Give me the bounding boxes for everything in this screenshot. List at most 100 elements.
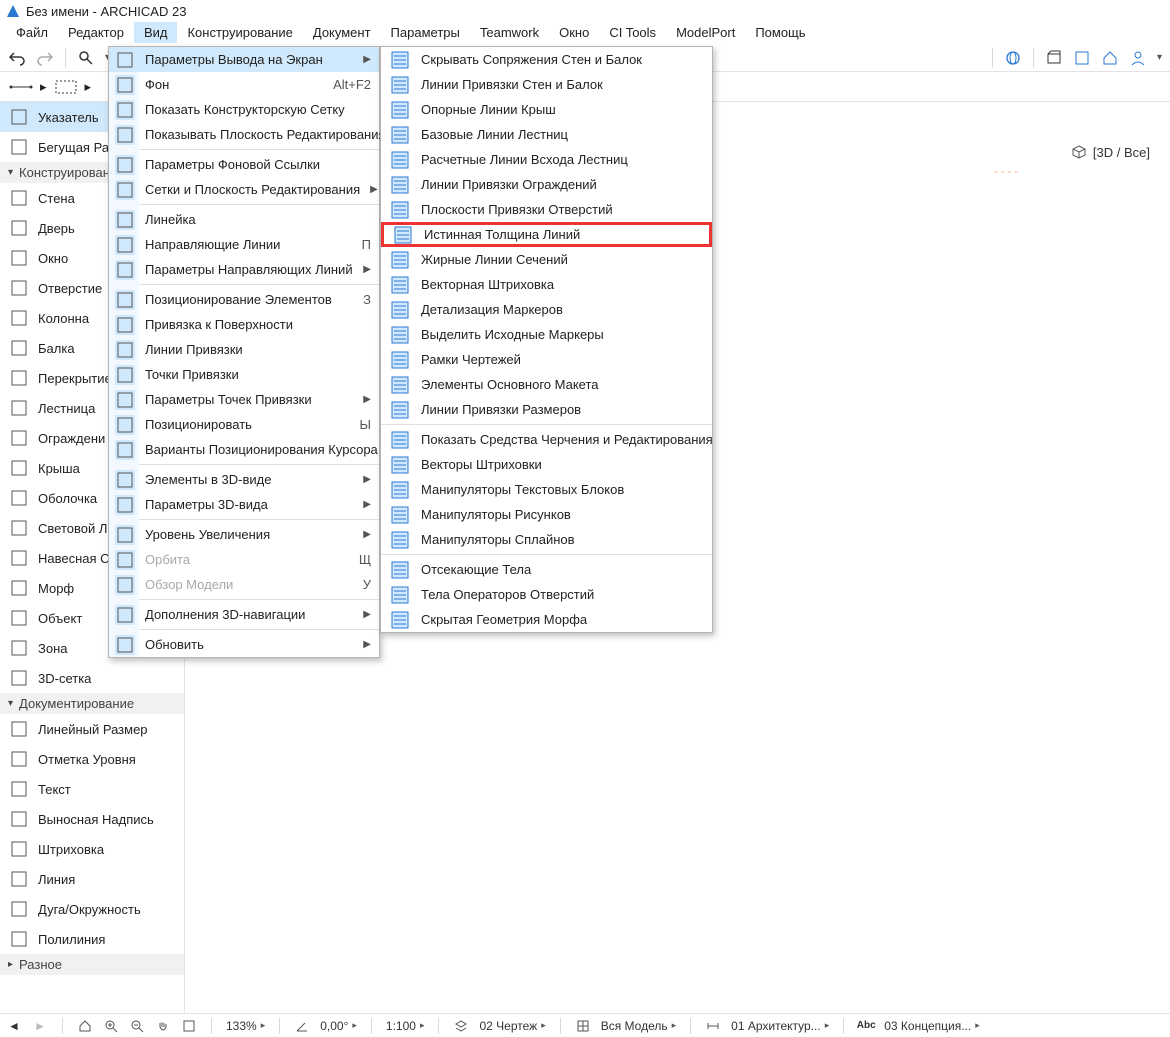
undo-icon[interactable] — [6, 47, 28, 69]
tool-Отметка Уровня[interactable]: Отметка Уровня — [0, 744, 184, 774]
submenu-item[interactable]: Детализация Маркеров — [381, 297, 712, 322]
tool-Текст[interactable]: Текст — [0, 774, 184, 804]
view-menu-item[interactable]: Позиционирование ЭлементовЗ — [109, 287, 379, 312]
view-menu-item[interactable]: Линии Привязки — [109, 337, 379, 362]
submenu-item[interactable]: Рамки Чертежей — [381, 347, 712, 372]
submenu-item[interactable]: Скрытая Геометрия Морфа — [381, 607, 712, 632]
submenu-item[interactable]: Тела Операторов Отверстий — [381, 582, 712, 607]
menu-modelport[interactable]: ModelPort — [666, 22, 745, 43]
zoom-out-icon[interactable] — [129, 1018, 145, 1034]
zoom-value[interactable]: 133%▸ — [226, 1019, 265, 1033]
submenu-item[interactable]: Векторы Штриховки — [381, 452, 712, 477]
home-icon[interactable] — [1099, 47, 1121, 69]
view-menu-item[interactable]: Варианты Позиционирования Курсора▶ — [109, 437, 379, 462]
menu-файл[interactable]: Файл — [6, 22, 58, 43]
submenu-item[interactable]: Жирные Линии Сечений — [381, 247, 712, 272]
toolbox-section-head[interactable]: ▾Документирование — [0, 693, 184, 714]
arrow-left-icon[interactable]: ◄ — [6, 1018, 22, 1034]
menu-окно[interactable]: Окно — [549, 22, 599, 43]
arrow-right-icon[interactable]: ► — [32, 1018, 48, 1034]
hand-icon[interactable] — [155, 1018, 171, 1034]
menu-редактор[interactable]: Редактор — [58, 22, 134, 43]
concept-value[interactable]: 03 Концепция...▸ — [884, 1019, 980, 1033]
zoom-in-icon[interactable] — [103, 1018, 119, 1034]
view-menu-item[interactable]: Привязка к Поверхности — [109, 312, 379, 337]
submenu-item[interactable]: Опорные Линии Крыш — [381, 97, 712, 122]
menu-параметры[interactable]: Параметры — [381, 22, 470, 43]
scale-value[interactable]: 1:100▸ — [386, 1019, 425, 1033]
find-icon[interactable] — [75, 47, 97, 69]
menu-конструирование[interactable]: Конструирование — [177, 22, 302, 43]
model-value[interactable]: Вся Модель▸ — [601, 1019, 676, 1033]
submenu-item[interactable]: Линии Привязки Размеров — [381, 397, 712, 422]
box-icon[interactable] — [1043, 47, 1065, 69]
text-icon[interactable]: Abc — [858, 1018, 874, 1034]
view-menu-item[interactable]: ПозиционироватьЫ — [109, 412, 379, 437]
tool-Линейный Размер[interactable]: Линейный Размер — [0, 714, 184, 744]
view-menu-item[interactable]: Обновить▶ — [109, 632, 379, 657]
person-icon[interactable] — [1127, 47, 1149, 69]
menu-документ[interactable]: Документ — [303, 22, 381, 43]
redo-icon[interactable] — [34, 47, 56, 69]
home-small-icon[interactable] — [77, 1018, 93, 1034]
tool-Линия[interactable]: Линия — [0, 864, 184, 894]
view-menu-item[interactable]: Дополнения 3D-навигации▶ — [109, 602, 379, 627]
chevron-down-icon[interactable]: ▾ — [1155, 47, 1164, 69]
menu-item-label: Параметры 3D-вида — [145, 497, 353, 512]
view-menu-item[interactable]: Сетки и Плоскость Редактирования▶ — [109, 177, 379, 202]
view-menu-item[interactable]: Параметры Точек Привязки▶ — [109, 387, 379, 412]
view-menu-item[interactable]: Линейка — [109, 207, 379, 232]
tool-Штриховка[interactable]: Штриховка — [0, 834, 184, 864]
arch-value[interactable]: 01 Архитектур...▸ — [731, 1019, 829, 1033]
submenu-item[interactable]: Элементы Основного Макета — [381, 372, 712, 397]
tool-Дуга/Окружность[interactable]: Дуга/Окружность — [0, 894, 184, 924]
view-menu-item[interactable]: Параметры Направляющих Линий▶ — [109, 257, 379, 282]
view-menu-item[interactable]: Показывать Плоскость Редактирования — [109, 122, 379, 147]
submenu-item[interactable]: Скрывать Сопряжения Стен и Балок — [381, 47, 712, 72]
submenu-item[interactable]: Манипуляторы Рисунков — [381, 502, 712, 527]
submenu-item[interactable]: Показать Средства Черчения и Редактирова… — [381, 427, 712, 452]
drawing-value[interactable]: 02 Чертеж▸ — [479, 1019, 545, 1033]
tool-Выносная Надпись[interactable]: Выносная Надпись — [0, 804, 184, 834]
submenu-item[interactable]: Манипуляторы Сплайнов — [381, 527, 712, 552]
line-slot-icon[interactable] — [6, 76, 36, 98]
globe-icon[interactable] — [1002, 47, 1024, 69]
submenu-item[interactable]: Отсекающие Тела — [381, 557, 712, 582]
view-menu-item[interactable]: Точки Привязки — [109, 362, 379, 387]
toolbox-section-head[interactable]: ▸Разное — [0, 954, 184, 975]
submenu-item[interactable]: Векторная Штриховка — [381, 272, 712, 297]
angle-icon[interactable] — [294, 1018, 310, 1034]
dashed-rect-icon[interactable] — [51, 76, 81, 98]
submenu-item[interactable]: Базовые Линии Лестниц — [381, 122, 712, 147]
submenu-item[interactable]: Линии Привязки Ограждений — [381, 172, 712, 197]
view-menu-item[interactable]: Уровень Увеличения▶ — [109, 522, 379, 547]
submenu-item[interactable]: Истинная Толщина Линий — [381, 222, 712, 247]
view-tab[interactable]: [3D / Все] — [1071, 144, 1150, 160]
angle-value[interactable]: 0,00°▸ — [320, 1019, 357, 1033]
menu-teamwork[interactable]: Teamwork — [470, 22, 549, 43]
view-menu-item[interactable]: Элементы в 3D-виде▶ — [109, 467, 379, 492]
chevron-right-icon[interactable]: ▸ — [85, 79, 92, 95]
fit-icon[interactable] — [181, 1018, 197, 1034]
dim-icon[interactable] — [705, 1018, 721, 1034]
view-menu-item[interactable]: Параметры 3D-вида▶ — [109, 492, 379, 517]
menu-помощь[interactable]: Помощь — [745, 22, 815, 43]
tool-Полилиния[interactable]: Полилиния — [0, 924, 184, 954]
grid-icon[interactable] — [575, 1018, 591, 1034]
submenu-item[interactable]: Выделить Исходные Маркеры — [381, 322, 712, 347]
view-menu-item[interactable]: Направляющие ЛинииП — [109, 232, 379, 257]
chevron-right-icon[interactable]: ▸ — [40, 79, 47, 95]
view-menu-item[interactable]: Параметры Фоновой Ссылки — [109, 152, 379, 177]
view-menu-item[interactable]: Показать Конструкторскую Сетку — [109, 97, 379, 122]
layers-icon[interactable] — [453, 1018, 469, 1034]
view-menu-item[interactable]: Параметры Вывода на Экран▶ — [109, 47, 379, 72]
tool-3D-сетка[interactable]: 3D-сетка — [0, 663, 184, 693]
submenu-item[interactable]: Плоскости Привязки Отверстий — [381, 197, 712, 222]
view-menu-item[interactable]: ФонAlt+F2 — [109, 72, 379, 97]
submenu-item[interactable]: Линии Привязки Стен и Балок — [381, 72, 712, 97]
submenu-item[interactable]: Расчетные Линии Всхода Лестниц — [381, 147, 712, 172]
menu-вид[interactable]: Вид — [134, 22, 178, 43]
menu-ci tools[interactable]: CI Tools — [599, 22, 666, 43]
submenu-item[interactable]: Манипуляторы Текстовых Блоков — [381, 477, 712, 502]
book-icon[interactable] — [1071, 47, 1093, 69]
